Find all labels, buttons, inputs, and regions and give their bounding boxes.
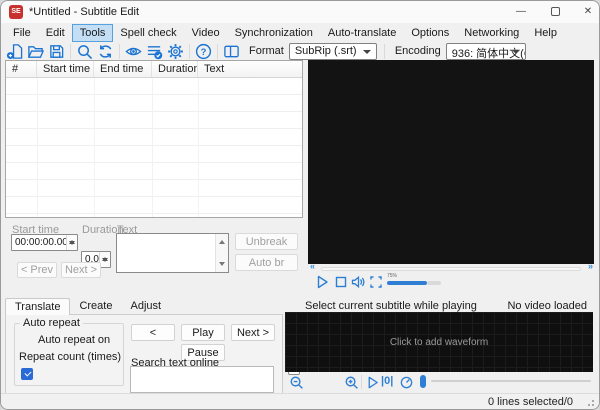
split-layout-icon[interactable]: [221, 42, 242, 60]
play-icon[interactable]: [314, 274, 330, 290]
tab-create[interactable]: Create: [70, 298, 121, 315]
toolbar-separator: [189, 44, 190, 59]
menu-video[interactable]: Video: [185, 25, 227, 41]
waveform-position-track[interactable]: [431, 380, 591, 382]
next-button[interactable]: Next >: [231, 324, 275, 341]
new-file-icon[interactable]: [4, 42, 25, 60]
unbreak-button[interactable]: Unbreak: [235, 233, 298, 250]
menu-options[interactable]: Options: [404, 25, 456, 41]
textarea-scrollbar[interactable]: [215, 234, 228, 272]
spell-check-icon[interactable]: [144, 42, 165, 60]
prev-button[interactable]: < Prev: [17, 262, 57, 278]
center-at-zero-icon[interactable]: |0|: [381, 375, 393, 387]
maximize-button[interactable]: [541, 3, 569, 21]
menu-edit[interactable]: Edit: [39, 25, 72, 41]
maximize-icon: [551, 7, 560, 16]
toolbar: ? Format SubRip (.srt) Encoding 936: 简体中…: [1, 42, 599, 60]
encoding-dropdown[interactable]: 936: 简体中文(G...: [446, 43, 526, 60]
select-current-subtitle-label: Select current subtitle while playing: [305, 300, 477, 312]
menu-spell-check[interactable]: Spell check: [113, 25, 183, 41]
waveform-placeholder: Click to add waveform: [390, 337, 488, 348]
auto-repeat-checkbox-label: Auto repeat on: [38, 334, 110, 346]
menu-help[interactable]: Help: [527, 25, 564, 41]
tab-translate[interactable]: Translate: [5, 298, 70, 315]
no-video-loaded-label: No video loaded: [507, 300, 587, 312]
help-icon[interactable]: ?: [193, 42, 214, 60]
toolbar-separator: [70, 44, 71, 59]
waveform-controls: |0|: [1, 373, 599, 391]
find-icon[interactable]: [74, 42, 95, 60]
resize-grip-icon[interactable]: [586, 398, 594, 406]
window-title: *Untitled - Subtitle Edit: [29, 6, 139, 18]
seek-back-button[interactable]: <: [131, 324, 175, 341]
app-window: SE *Untitled - Subtitle Edit — ✕ File Ed…: [0, 0, 600, 410]
column-start-time[interactable]: Start time: [37, 61, 94, 77]
close-button[interactable]: ✕: [574, 3, 600, 21]
open-file-icon[interactable]: [25, 42, 46, 60]
minimize-button[interactable]: —: [507, 3, 535, 21]
start-time-field[interactable]: 00:00:00.000: [11, 234, 78, 251]
grid-line: [37, 78, 38, 217]
column-end-time[interactable]: End time: [94, 61, 152, 77]
format-label: Format: [249, 45, 284, 57]
toolbar-separator: [384, 44, 385, 59]
volume-slider-track[interactable]: [427, 281, 441, 285]
column-text[interactable]: Text: [198, 61, 302, 77]
subtitle-list[interactable]: # Start time End time Duration Text: [5, 60, 303, 218]
column-duration[interactable]: Duration: [152, 61, 198, 77]
replace-icon[interactable]: [95, 42, 116, 60]
auto-br-button[interactable]: Auto br: [235, 254, 298, 271]
waveform-separator: [361, 375, 362, 389]
menu-file[interactable]: File: [6, 25, 38, 41]
menu-networking[interactable]: Networking: [457, 25, 526, 41]
status-lines-selected: 0 lines selected/0: [488, 396, 573, 408]
app-icon: SE: [9, 5, 23, 19]
grid-line: [152, 78, 153, 217]
menu-synchronization[interactable]: Synchronization: [228, 25, 320, 41]
visual-sync-icon[interactable]: [123, 42, 144, 60]
stop-icon[interactable]: [333, 274, 349, 290]
zoom-out-icon[interactable]: [289, 375, 304, 390]
playback-speed-icon[interactable]: [399, 375, 414, 390]
volume-slider[interactable]: [387, 281, 427, 285]
seek-forward-icon[interactable]: »: [588, 261, 592, 271]
video-display[interactable]: [308, 60, 594, 264]
video-controls: 75%: [308, 274, 594, 291]
title-bar: SE *Untitled - Subtitle Edit — ✕: [1, 1, 599, 23]
grid-line: [94, 78, 95, 217]
grid-line: [198, 78, 199, 217]
menu-tools[interactable]: Tools: [73, 25, 113, 41]
svg-text:?: ?: [201, 46, 207, 57]
encoding-label: Encoding: [395, 45, 441, 57]
fullscreen-icon[interactable]: [368, 274, 384, 290]
start-time-spinner[interactable]: [66, 235, 77, 250]
waveform-area[interactable]: Click to add waveform: [285, 312, 593, 372]
settings-gear-icon[interactable]: [165, 42, 186, 60]
format-dropdown[interactable]: SubRip (.srt): [289, 43, 377, 60]
start-time-value: 00:00:00.000: [15, 237, 73, 248]
seek-back-icon[interactable]: «: [310, 261, 314, 271]
waveform-position-marker[interactable]: [420, 375, 426, 388]
menu-bar: File Edit Tools Spell check Video Synchr…: [1, 23, 599, 42]
auto-repeat-title: Auto repeat: [20, 317, 83, 329]
volume-percent: 75%: [387, 273, 397, 279]
play-button[interactable]: Play: [181, 324, 225, 341]
zoom-in-icon[interactable]: [344, 375, 359, 390]
save-file-icon[interactable]: [46, 42, 67, 60]
tab-strip: Translate Create Adjust: [5, 298, 170, 315]
menu-auto-translate[interactable]: Auto-translate: [321, 25, 403, 41]
subtitle-list-body[interactable]: [6, 78, 302, 217]
subtitle-text-area[interactable]: [116, 233, 229, 273]
toolbar-separator: [217, 44, 218, 59]
next-subtitle-button[interactable]: Next >: [61, 262, 101, 278]
subtitle-list-header: # Start time End time Duration Text: [6, 61, 302, 78]
tab-adjust[interactable]: Adjust: [121, 298, 170, 315]
column-number[interactable]: #: [6, 61, 37, 77]
seek-track[interactable]: [321, 267, 581, 271]
toolbar-separator: [119, 44, 120, 59]
waveform-play-icon[interactable]: [365, 375, 380, 390]
status-bar: 0 lines selected/0: [1, 393, 599, 410]
volume-icon[interactable]: [350, 274, 366, 290]
repeat-count-label: Repeat count (times): [19, 351, 121, 363]
